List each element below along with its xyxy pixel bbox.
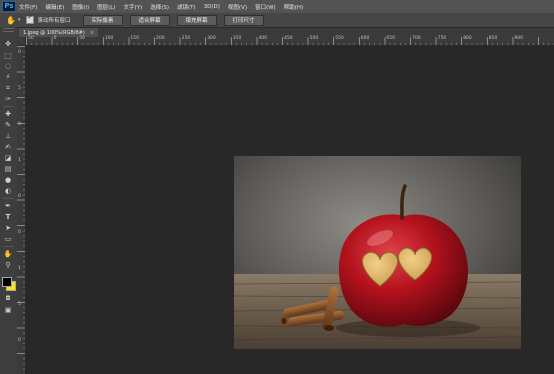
ruler-tick-label: 0 [18, 230, 21, 235]
path-select-icon[interactable]: ➤ [2, 224, 14, 233]
tools-panel: ✥ ⬚ ◌ ⚡ ⌗ ✑ ✚ ✎ ⊥ ✍ ◪ ▤ ● ◐ ✒ T ➤ ▭ ✋ ⚲ … [0, 27, 18, 374]
ruler-tick-label: 750 [437, 36, 447, 41]
photoshop-logo[interactable]: Ps [2, 1, 16, 12]
menu-view[interactable]: 视图(V) [228, 3, 247, 11]
panel-grip[interactable] [3, 28, 14, 32]
ruler-tick-label: 300 [207, 36, 216, 41]
ruler-tick-label: 850 [488, 36, 498, 41]
ruler-tick-label: 400 [258, 36, 267, 41]
blur-icon[interactable]: ● [2, 176, 14, 185]
menu-edit[interactable]: 编辑(E) [45, 3, 64, 11]
eyedropper-icon[interactable]: ✑ [2, 95, 14, 104]
foreground-color-swatch[interactable] [2, 277, 12, 287]
menu-file[interactable]: 文件(F) [19, 3, 37, 11]
ruler-tick-label: 1 [18, 266, 21, 271]
marquee-icon[interactable]: ⬚ [2, 51, 14, 60]
menu-window[interactable]: 窗口(W) [255, 3, 276, 11]
menu-image[interactable]: 图像(I) [72, 3, 89, 11]
ruler-tick-label: 700 [412, 36, 421, 41]
print-size-button[interactable]: 打印尺寸 [223, 14, 264, 26]
brush-icon[interactable]: ✎ [2, 121, 14, 130]
tool-preset-picker[interactable]: ✋ ▾ [6, 16, 20, 25]
menu-select[interactable]: 选择(S) [150, 3, 169, 11]
quick-select-icon[interactable]: ⚡ [2, 73, 14, 82]
screen-mode-icon[interactable]: ▣ [2, 306, 14, 315]
menu-help[interactable]: 帮助(H) [284, 3, 303, 11]
ruler-tick-label: 1 [18, 158, 21, 163]
chevron-down-icon: ▾ [17, 17, 21, 23]
ruler-tick-label: 5 [18, 302, 21, 307]
tools-divider [3, 246, 14, 247]
scroll-all-windows-label: 滚动所有窗口 [37, 18, 71, 24]
type-icon[interactable]: T [2, 213, 14, 222]
rectangle-icon[interactable]: ▭ [2, 235, 14, 244]
ruler-tick-label: 350 [232, 36, 242, 41]
menu-bar: Ps 文件(F) 编辑(E) 图像(I) 图层(L) 文字(Y) 选择(S) 滤… [0, 0, 554, 13]
ruler-tick-label: 250 [181, 36, 191, 41]
hand-icon[interactable]: ✋ [2, 250, 14, 259]
ruler-tick-label: 50 [28, 36, 34, 41]
ruler-tick-label: 0 [18, 122, 21, 127]
ruler-tick-label: 100 [104, 36, 114, 41]
dodge-icon[interactable]: ◐ [2, 187, 14, 196]
ruler-tick-label: 500 [309, 36, 319, 41]
ruler-tick-label: 800 [463, 36, 472, 41]
ruler-tick-label: 650 [386, 36, 395, 41]
ruler-tick-label: 900 [514, 36, 523, 41]
tools-divider [3, 198, 14, 199]
gradient-icon[interactable]: ▤ [2, 165, 14, 174]
options-bar: ✋ ▾ 滚动所有窗口 实际像素 适合屏幕 填充屏幕 打印尺寸 [0, 13, 554, 28]
ruler-tick-label: 450 [284, 36, 293, 41]
clone-stamp-icon[interactable]: ⊥ [2, 132, 14, 141]
quick-mask-icon[interactable]: ◘ [2, 294, 14, 303]
ruler-tick-label: 150 [130, 36, 139, 41]
pen-icon[interactable]: ✒ [2, 202, 14, 211]
ruler-tick-label: 0 [18, 50, 21, 55]
ruler-tick-label: 0 [18, 338, 21, 343]
hand-icon: ✋ [6, 15, 16, 25]
lasso-icon[interactable]: ◌ [2, 62, 14, 71]
ruler-horizontal[interactable]: 50 0 50 100 150 200 250 300 350 400 450 500 550 600 65… [26, 36, 554, 46]
tools-divider [3, 106, 14, 107]
ruler-tick-label: 0 [18, 194, 21, 199]
menu-filter[interactable]: 滤镜(T) [177, 3, 196, 11]
ruler-tick-label: 0 [53, 36, 57, 41]
scroll-all-windows-checkbox[interactable] [26, 14, 35, 24]
ruler-tick-label: 50 [79, 36, 85, 41]
zoom-icon[interactable]: ⚲ [2, 261, 14, 270]
fill-screen-button[interactable]: 填充屏幕 [176, 14, 217, 26]
ruler-tick-label: 5 [18, 86, 21, 91]
document-tab-title: 1.jpeg @ 100%(RGB/8#) [23, 29, 85, 36]
history-brush-icon[interactable]: ✍ [2, 143, 14, 152]
document-image[interactable] [234, 156, 521, 349]
eraser-icon[interactable]: ◪ [2, 154, 14, 163]
fit-screen-button[interactable]: 适合屏幕 [129, 14, 170, 26]
ruler-tick-label: 600 [360, 36, 370, 41]
move-icon[interactable]: ✥ [2, 40, 14, 49]
ruler-tick-label: 200 [156, 36, 165, 41]
actual-pixels-button[interactable]: 实际像素 [82, 14, 123, 26]
healing-brush-icon[interactable]: ✚ [2, 110, 14, 119]
close-icon[interactable]: × [90, 30, 94, 36]
menu-type[interactable]: 文字(Y) [124, 3, 143, 11]
crop-icon[interactable]: ⌗ [2, 84, 14, 93]
menu-3d[interactable]: 3D(D) [204, 4, 220, 10]
menu-layer[interactable]: 图层(L) [97, 3, 115, 11]
ruler-vertical[interactable]: 0 5 0 1 0 0 1 5 0 [17, 46, 26, 374]
ruler-tick-label: 550 [335, 36, 344, 41]
ruler-origin[interactable] [17, 37, 26, 46]
